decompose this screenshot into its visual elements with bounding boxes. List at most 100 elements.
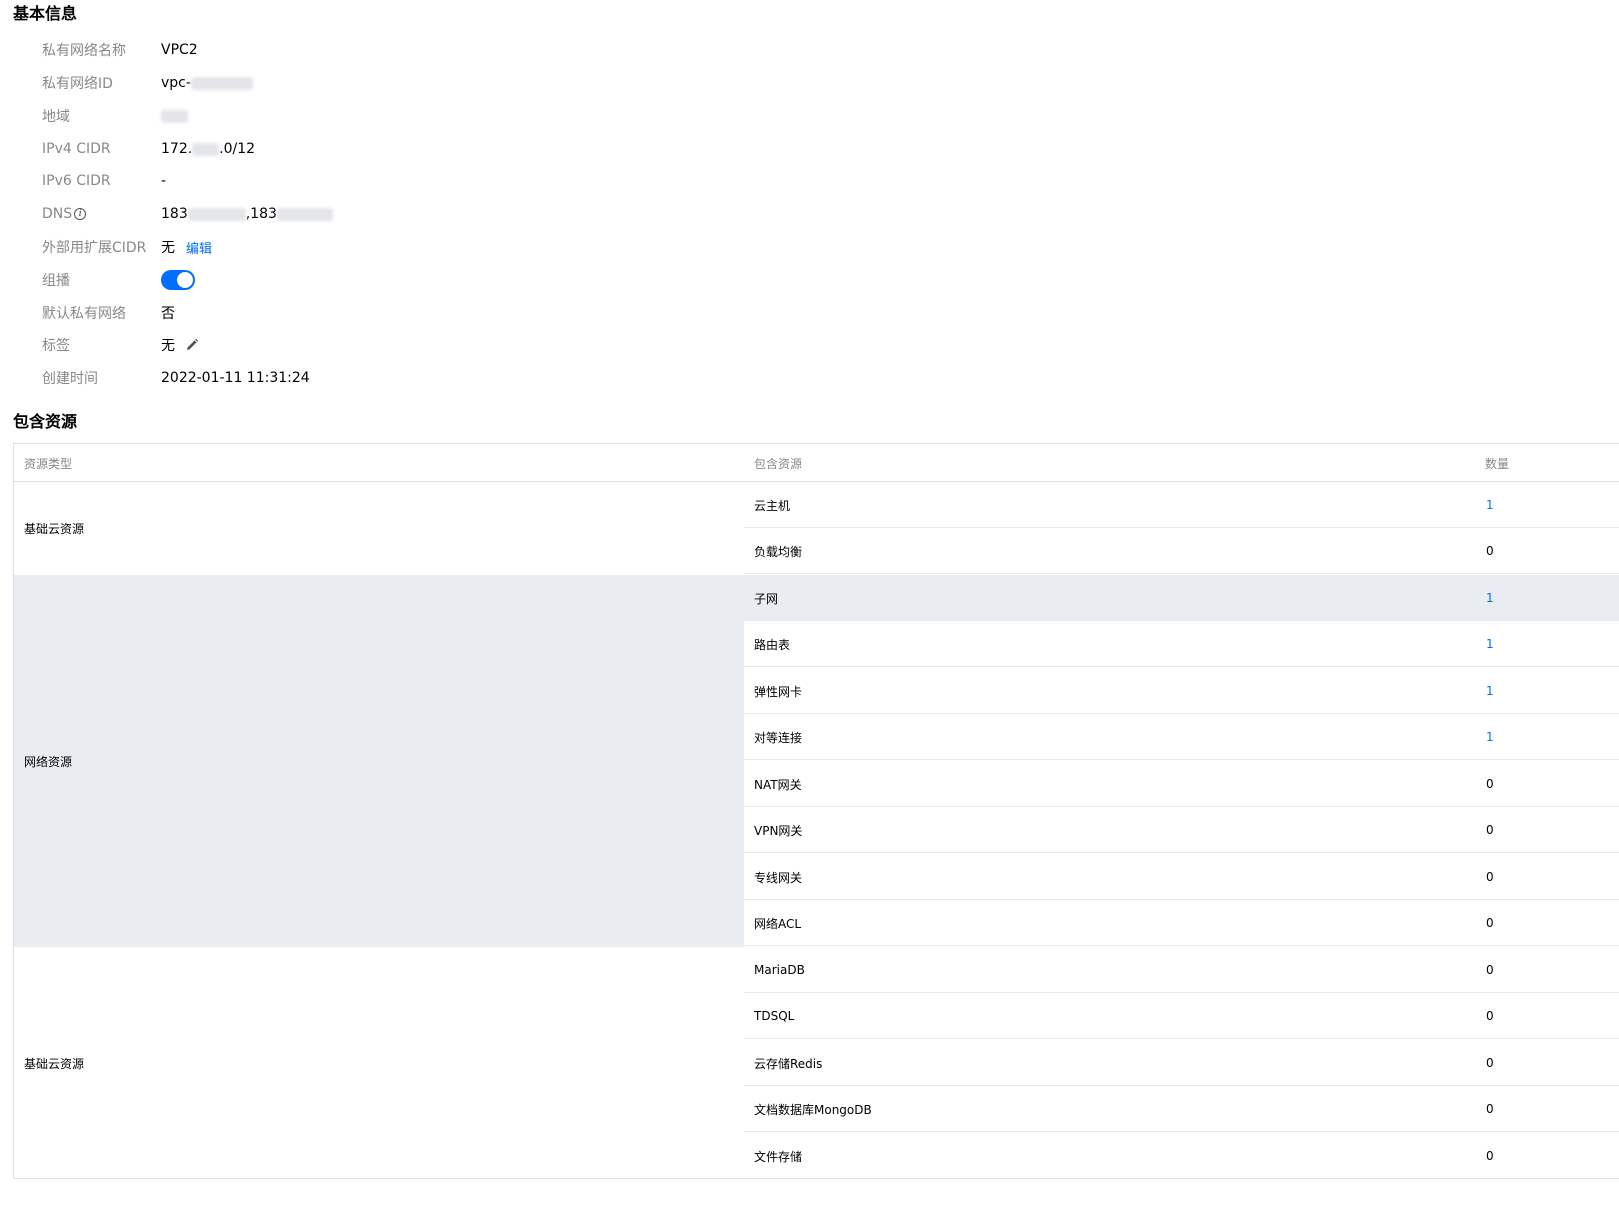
edit-link[interactable]: 编辑 bbox=[186, 238, 212, 257]
vpc-id-value: vpc- bbox=[161, 75, 253, 91]
resource-group-cell: 基础云资源 bbox=[24, 521, 85, 536]
basic-info-title: 基本信息 bbox=[13, 4, 78, 23]
info-label: 私有网络ID bbox=[42, 76, 113, 92]
dns-prefix: 183 bbox=[161, 206, 188, 222]
redacted-text bbox=[192, 142, 220, 156]
resource-count: 0 bbox=[1486, 916, 1494, 930]
info-label: 外部用扩展CIDR bbox=[42, 240, 147, 256]
resource-count: 0 bbox=[1486, 870, 1494, 884]
info-label: 组播 bbox=[42, 273, 70, 289]
resource-count-link[interactable]: 1 bbox=[1486, 482, 1494, 528]
info-row-tags: 标签 无 bbox=[0, 333, 800, 357]
column-header-resource: 包含资源 bbox=[754, 456, 803, 471]
table-row: 文档数据库MongoDB 0 bbox=[744, 1086, 1619, 1132]
info-label: DNS i bbox=[42, 206, 87, 222]
ipv4-cidr-value: 172. .0/12 bbox=[161, 141, 255, 157]
table-row: 云主机 1 bbox=[744, 482, 1619, 528]
resource-count: 0 bbox=[1486, 823, 1494, 837]
redacted-text bbox=[276, 207, 333, 221]
ipv6-cidr-value: - bbox=[161, 173, 167, 189]
pencil-icon[interactable] bbox=[185, 338, 199, 352]
info-row-ipv6-cidr: IPv6 CIDR - bbox=[0, 169, 800, 193]
table-row: 专线网关 0 bbox=[744, 854, 1619, 900]
column-header-count: 数量 bbox=[1485, 456, 1510, 471]
column-header-type: 资源类型 bbox=[24, 456, 73, 471]
default-vpc-value: 否 bbox=[161, 306, 175, 322]
info-label: 地域 bbox=[42, 109, 70, 125]
extended-cidr-value: 无 编辑 bbox=[161, 237, 212, 257]
resource-count-link[interactable]: 1 bbox=[1486, 575, 1494, 621]
toggle-knob bbox=[177, 272, 193, 288]
resource-count: 0 bbox=[1486, 1056, 1494, 1070]
resource-count: 0 bbox=[1486, 963, 1494, 977]
redacted-text bbox=[187, 207, 246, 221]
resources-title: 包含资源 bbox=[13, 412, 78, 431]
extended-cidr-text: 无 bbox=[161, 240, 175, 256]
table-row: 网络ACL 0 bbox=[744, 900, 1619, 946]
table-row: 弹性网卡 1 bbox=[744, 668, 1619, 714]
info-row-ipv4-cidr: IPv4 CIDR 172. .0/12 bbox=[0, 137, 800, 161]
info-label: 创建时间 bbox=[42, 371, 98, 387]
table-row: NAT网关 0 bbox=[744, 761, 1619, 807]
vpc-name-value: VPC2 bbox=[161, 42, 198, 58]
table-row: 子网 1 bbox=[744, 575, 1619, 621]
resource-name: 文件存储 bbox=[754, 1149, 803, 1164]
multicast-toggle[interactable] bbox=[161, 270, 195, 290]
info-row-default-vpc: 默认私有网络 否 bbox=[0, 301, 800, 325]
resource-count: 0 bbox=[1486, 1149, 1494, 1163]
resource-name: 弹性网卡 bbox=[754, 684, 803, 699]
table-row: 路由表 1 bbox=[744, 621, 1619, 667]
info-row-vpc-name: 私有网络名称 VPC2 bbox=[0, 38, 800, 62]
dns-label-text: DNS bbox=[42, 206, 73, 222]
table-row: MariaDB 0 bbox=[744, 947, 1619, 993]
dns-value: 183 ,183 bbox=[161, 206, 333, 222]
info-label: 标签 bbox=[42, 338, 70, 354]
resource-name: 文档数据库MongoDB bbox=[754, 1102, 872, 1117]
ipv4-prefix: 172. bbox=[161, 141, 193, 157]
resource-name: TDSQL bbox=[754, 1009, 795, 1023]
table-row: 负载均衡 0 bbox=[744, 528, 1619, 574]
info-row-region: 地域 bbox=[0, 104, 800, 128]
redacted-text bbox=[161, 109, 188, 123]
info-label: 私有网络名称 bbox=[42, 43, 126, 59]
resource-group-cell: 基础云资源 bbox=[24, 1056, 85, 1071]
resource-name: 子网 bbox=[754, 591, 779, 606]
resource-name: 云主机 bbox=[754, 498, 791, 513]
resource-count-link[interactable]: 1 bbox=[1486, 714, 1494, 760]
redacted-text bbox=[190, 76, 253, 90]
multicast-value bbox=[161, 270, 195, 290]
table-row: VPN网关 0 bbox=[744, 807, 1619, 853]
resource-count: 0 bbox=[1486, 1009, 1494, 1023]
ipv4-suffix: .0/12 bbox=[219, 141, 256, 157]
info-row-dns: DNS i 183 ,183 bbox=[0, 202, 800, 226]
info-icon[interactable]: i bbox=[74, 208, 87, 220]
vpc-id-prefix: vpc- bbox=[161, 75, 191, 91]
table-row: 云存储Redis 0 bbox=[744, 1040, 1619, 1086]
resource-group-cell: 网络资源 bbox=[14, 575, 744, 947]
resource-count-link[interactable]: 1 bbox=[1486, 668, 1494, 714]
info-row-extended-cidr: 外部用扩展CIDR 无 编辑 bbox=[0, 235, 800, 259]
info-label: IPv6 CIDR bbox=[42, 173, 111, 189]
resource-count: 0 bbox=[1486, 777, 1494, 791]
info-label: 默认私有网络 bbox=[42, 306, 126, 322]
resource-count-link[interactable]: 1 bbox=[1486, 621, 1494, 667]
created-time-value: 2022-01-11 11:31:24 bbox=[161, 370, 310, 386]
region-value bbox=[161, 109, 188, 123]
resource-name: 云存储Redis bbox=[754, 1056, 823, 1071]
resource-name: 网络ACL bbox=[754, 916, 802, 931]
resource-name: NAT网关 bbox=[754, 777, 802, 792]
info-label: IPv4 CIDR bbox=[42, 141, 111, 157]
resource-name: 负载均衡 bbox=[754, 544, 803, 559]
resource-count: 0 bbox=[1486, 544, 1494, 558]
tags-value: 无 bbox=[161, 335, 199, 355]
resource-name: 专线网关 bbox=[754, 870, 803, 885]
table-header: 资源类型 包含资源 数量 bbox=[14, 444, 1619, 482]
table-row: 文件存储 0 bbox=[744, 1133, 1619, 1179]
resource-name: MariaDB bbox=[754, 963, 805, 977]
info-row-created-time: 创建时间 2022-01-11 11:31:24 bbox=[0, 366, 800, 390]
resources-table: 资源类型 包含资源 数量 基础云资源 云主机 1 负载均衡 0 网络资源 子网 … bbox=[13, 443, 1619, 1179]
resource-count: 0 bbox=[1486, 1102, 1494, 1116]
info-row-vpc-id: 私有网络ID vpc- bbox=[0, 71, 800, 95]
info-row-multicast: 组播 bbox=[0, 268, 800, 292]
resource-name: 路由表 bbox=[754, 637, 791, 652]
